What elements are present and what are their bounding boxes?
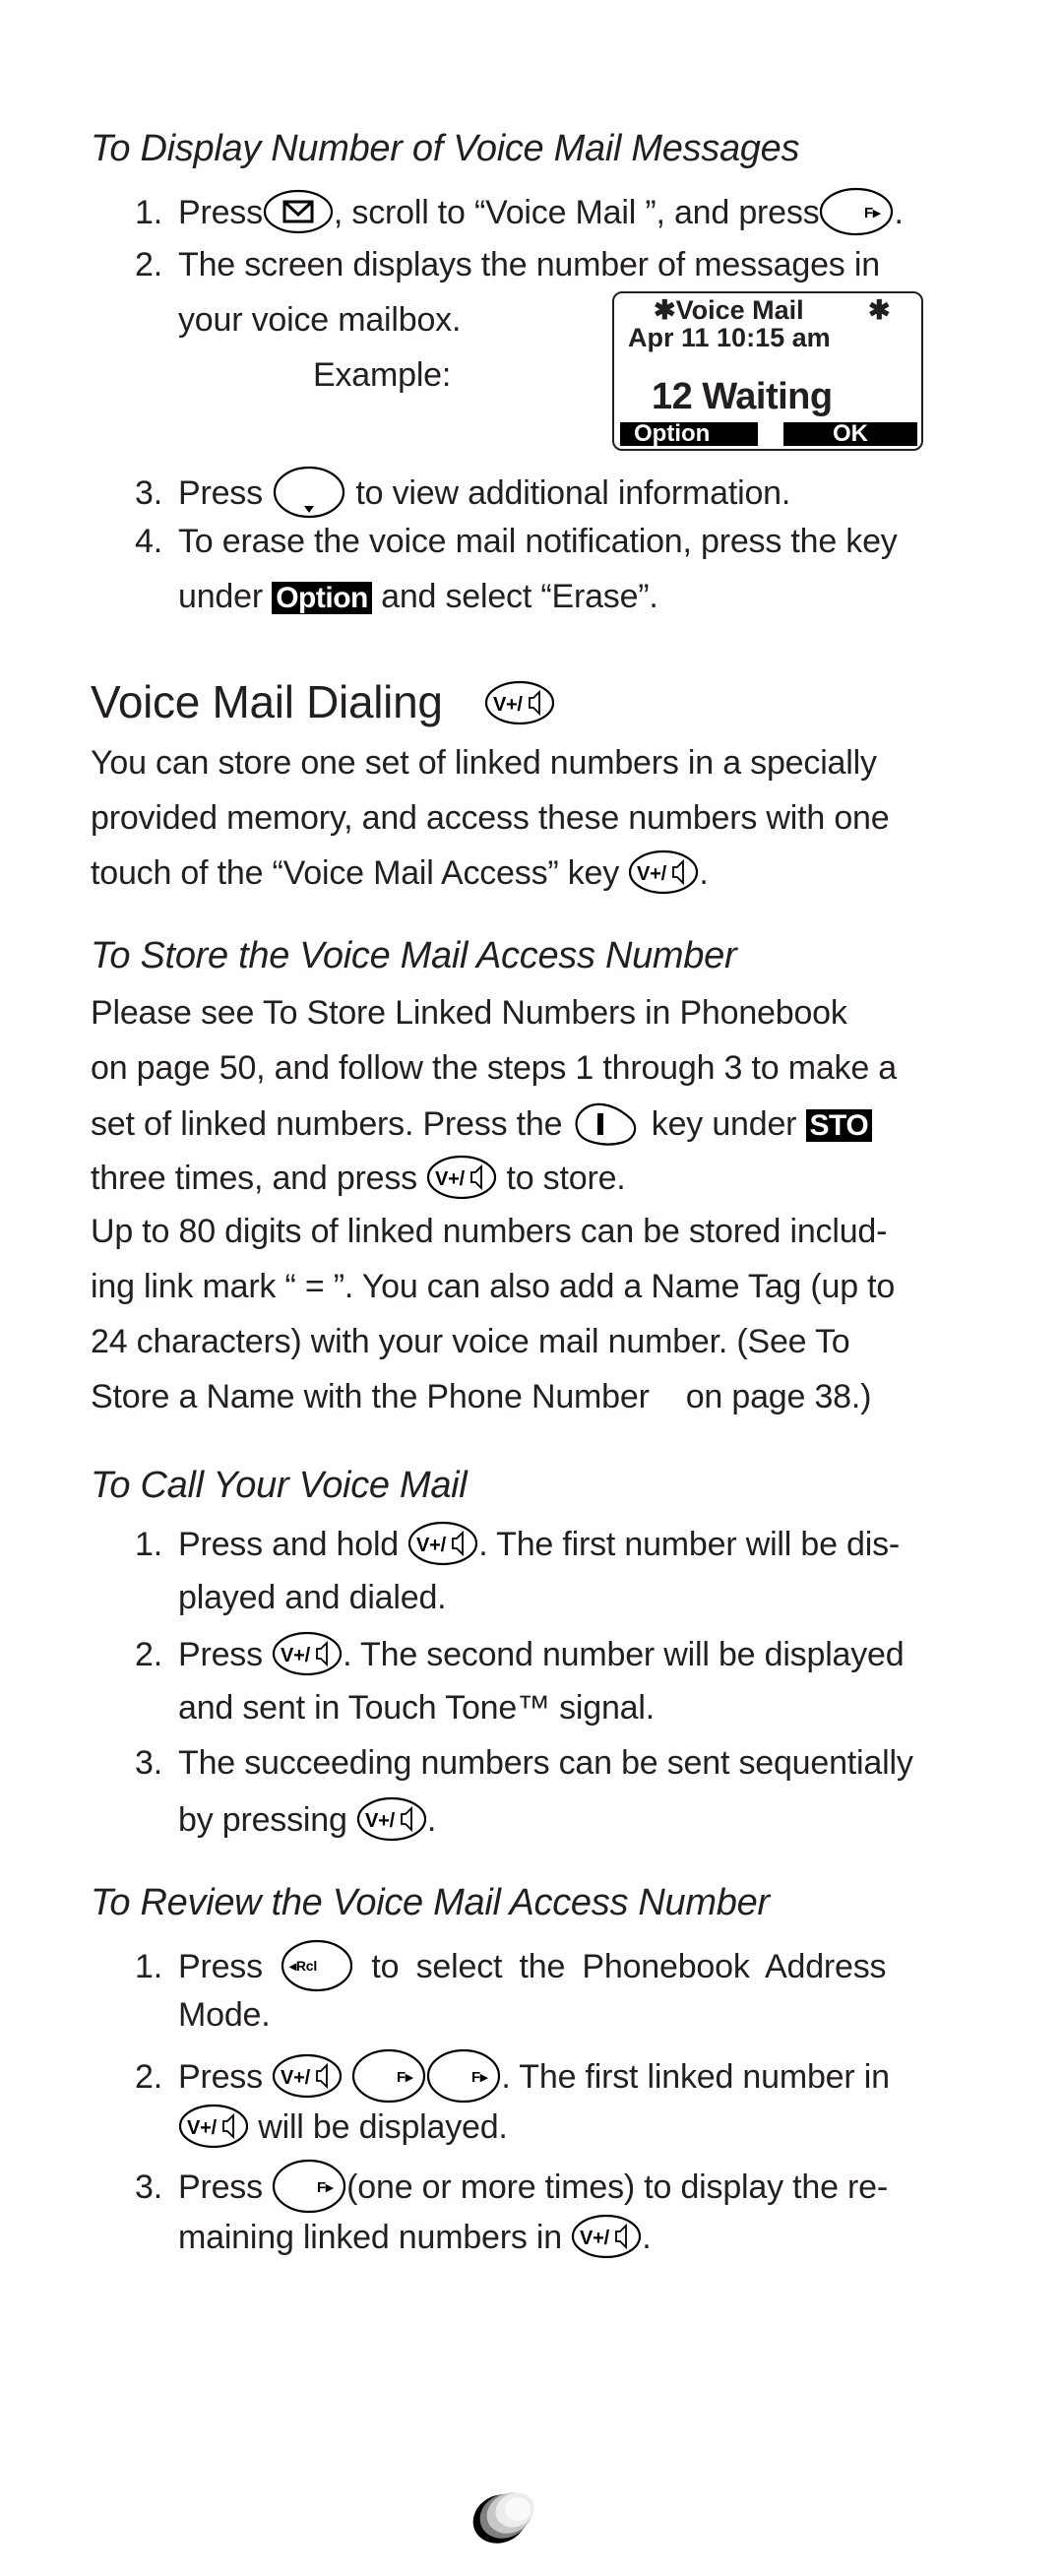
paragraph-line: touch of the “Voice Mail Access” key V+/… [91, 849, 709, 898]
svg-text:V+/: V+/ [416, 1535, 447, 1556]
paragraph-line: 24 characters) with your voice mail numb… [91, 1323, 850, 1360]
lcd-star: ✱ [868, 295, 891, 325]
example-label: Example: [313, 356, 452, 394]
lcd-softkey-option: Option [620, 422, 758, 446]
step-2-cont: V+/ will be displayed. [178, 2104, 508, 2152]
lcd-line-2: Apr 11 10:15 am [628, 323, 831, 352]
step-2-cont: your voice mailbox. [178, 301, 462, 339]
voicemail-key-icon: V+/ [272, 1631, 343, 1676]
svg-text:F▸: F▸ [317, 2179, 335, 2196]
voicemail-key-icon: V+/ [484, 680, 555, 725]
section-title-dialing: Voice Mail Dialing V+/ [91, 675, 555, 728]
section-title-store: To Store the Voice Mail Access Number [91, 935, 737, 976]
lcd-line-1: ✱Voice Mail [654, 295, 804, 325]
voicemail-key-icon: V+/ [356, 1796, 427, 1842]
paragraph-line: provided memory, and access these number… [91, 799, 890, 837]
lcd-screen-example: ✱Voice Mail ✱ Apr 11 10:15 am 12 Waiting… [612, 291, 923, 451]
step-2-cont: and sent in Touch Tone™ signal. [178, 1689, 655, 1727]
step-3: 3. Press F▸ (one or more times) to display… [135, 2159, 888, 2217]
paragraph-line: ing link mark “ = ”. You can also add a … [91, 1268, 896, 1305]
lcd-line-3: 12 Waiting [652, 376, 833, 417]
step-1-cont: Mode. [178, 1996, 271, 2034]
voicemail-key-icon: V+/ [272, 2053, 343, 2099]
step-3-cont: maining linked numbers in V+/. [178, 2214, 652, 2262]
step-1: 1. Press, scroll to “Voice Mail ”, and pr… [135, 187, 904, 239]
step-2: 2. The screen displays the number of mess… [135, 246, 880, 283]
step-2: 2. Press V+/ F▸ F▸. The first linked numbe… [135, 2048, 890, 2106]
step-1-cont: played and dialed. [178, 1579, 447, 1616]
f-key-icon: F▸ [426, 2048, 501, 2104]
step-1: 1. Press ◂Rcl to select the Phonebook Add… [135, 1938, 887, 1996]
page-marker-icon [470, 2485, 539, 2553]
svg-text:F▸: F▸ [397, 2069, 414, 2086]
svg-text:V+/: V+/ [493, 694, 523, 716]
step-3-cont: by pressing V+/. [178, 1796, 436, 1845]
svg-text:V+/: V+/ [637, 863, 667, 885]
svg-text:V+/: V+/ [365, 1810, 396, 1832]
f-key-icon: F▸ [819, 187, 894, 236]
step-3: 3. The succeeding numbers can be sent seq… [135, 1744, 913, 1782]
voicemail-key-icon: V+/ [426, 1155, 497, 1200]
section-title-display: To Display Number of Voice Mail Messages [91, 128, 800, 169]
svg-text:V+/: V+/ [580, 2228, 610, 2249]
svg-text:F▸: F▸ [471, 2069, 489, 2086]
svg-text:V+/: V+/ [281, 1645, 311, 1666]
down-key-icon [272, 465, 346, 520]
step-3: 3. Press to view additional information. [135, 465, 790, 523]
paragraph-line: You can store one set of linked numbers … [91, 744, 877, 782]
svg-text:V+/: V+/ [435, 1168, 466, 1190]
svg-text:F▸: F▸ [864, 205, 882, 221]
f-key-icon: F▸ [351, 2048, 426, 2104]
voicemail-key-icon: V+/ [628, 849, 699, 895]
one-key-icon [572, 1100, 643, 1147]
paragraph-line: Up to 80 digits of linked numbers can be… [91, 1213, 888, 1250]
step-4: 4. To erase the voice mail notification, … [135, 523, 898, 560]
voicemail-key-icon: V+/ [178, 2104, 249, 2149]
paragraph-line: Store a Name with the Phone Number on pa… [91, 1378, 872, 1415]
paragraph-line: set of linked numbers. Press the key und… [91, 1100, 873, 1150]
voicemail-key-icon: V+/ [407, 1521, 478, 1566]
paragraph-line: three times, and press V+/ to store. [91, 1155, 626, 1203]
voicemail-key-icon: V+/ [571, 2214, 642, 2259]
rcl-key-icon: ◂Rcl [280, 1938, 354, 1993]
f-key-icon: F▸ [272, 2159, 346, 2214]
paragraph-line: Please see To Store Linked Numbers in Ph… [91, 994, 847, 1032]
section-title-review: To Review the Voice Mail Access Number [91, 1882, 770, 1923]
mail-key-icon [263, 189, 334, 234]
lcd-softkey-ok: OK [783, 422, 917, 446]
step-4-cont: under Option and select “Erase”. [178, 578, 658, 615]
section-title-call: To Call Your Voice Mail [91, 1465, 468, 1506]
step-1: 1. Press and hold V+/. The first number w… [135, 1521, 900, 1569]
option-badge: Option [272, 582, 372, 614]
step-2: 2. Press V+/. The second number will be d… [135, 1631, 905, 1679]
paragraph-line: on page 50, and follow the steps 1 throu… [91, 1049, 897, 1087]
svg-text:V+/: V+/ [187, 2117, 218, 2139]
svg-text:◂Rcl: ◂Rcl [288, 1958, 317, 1974]
svg-text:V+/: V+/ [281, 2067, 311, 2089]
sto-badge: STO [805, 1108, 873, 1142]
